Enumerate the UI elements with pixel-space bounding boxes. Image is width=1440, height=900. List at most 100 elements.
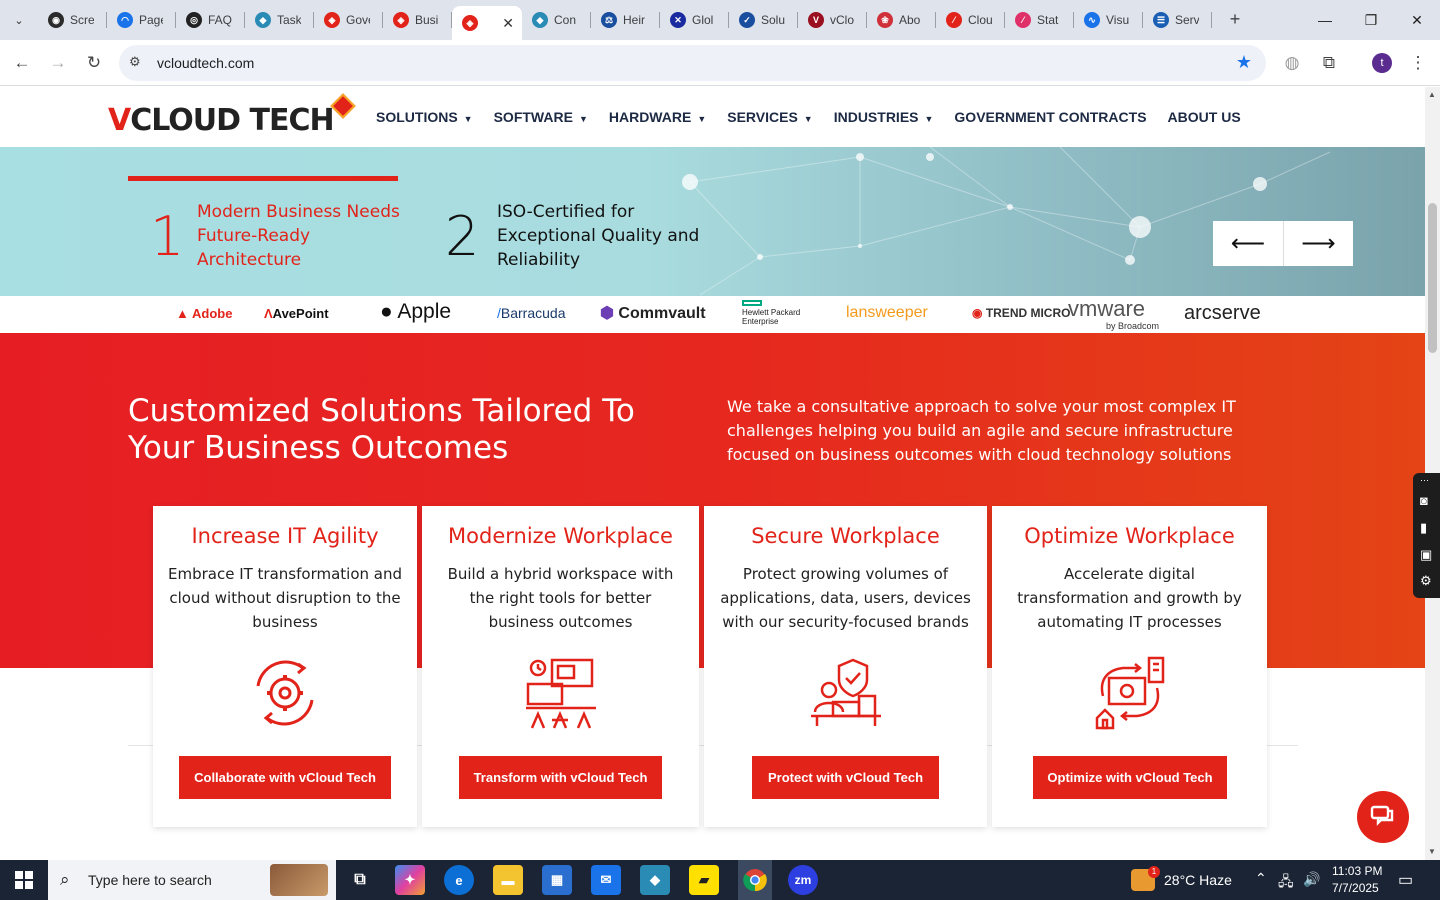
sticky-notes-icon[interactable]: ▰	[689, 865, 719, 895]
card-text: Protect growing volumes of applications,…	[720, 565, 971, 631]
windows-logo-icon	[15, 871, 33, 889]
brand-arcserve[interactable]: arcserve	[1184, 302, 1261, 325]
settings-gear-icon[interactable]: ⚙	[1420, 573, 1432, 589]
volume-icon[interactable]: 🔊	[1303, 871, 1320, 888]
video-icon[interactable]: ▮	[1420, 520, 1427, 536]
browser-tab[interactable]: ⁄ Clou	[936, 0, 1005, 40]
browser-tab[interactable]: ⚖ Heir	[591, 0, 660, 40]
reload-icon[interactable]: ↻	[82, 51, 106, 75]
globe-icon[interactable]: ◍	[1280, 51, 1304, 75]
card-text: Build a hybrid workspace with the right …	[447, 565, 674, 631]
carousel-prev-button[interactable]: ⟵	[1213, 221, 1283, 266]
section-title: Customized Solutions Tailored To Your Bu…	[128, 393, 635, 466]
chrome-icon	[743, 869, 767, 892]
store-icon[interactable]: ▦	[542, 865, 572, 895]
browser-tab[interactable]: ✓ Solu	[729, 0, 798, 40]
browser-tab[interactable]: ∿ Visu	[1074, 0, 1143, 40]
browser-tab[interactable]: ◎ FAQ	[176, 0, 245, 40]
nav-item-about-us[interactable]: ABOUT US	[1168, 109, 1241, 125]
mail-icon[interactable]: ✉	[591, 865, 621, 895]
new-tab-button[interactable]: +	[1225, 9, 1245, 29]
site-info-icon[interactable]: ⚙	[129, 54, 141, 70]
collaborate-button[interactable]: Collaborate with vCloud Tech	[179, 756, 391, 799]
optimize-button[interactable]: Optimize with vCloud Tech	[1033, 756, 1227, 799]
profile-avatar[interactable]: t	[1372, 53, 1392, 73]
tab-favicon-icon: ◆	[255, 12, 271, 28]
window-capture-icon[interactable]: ▣	[1420, 547, 1432, 563]
forward-arrow-icon[interactable]: →	[46, 51, 70, 75]
camera-icon[interactable]: ◙	[1420, 493, 1428, 508]
app-diamond-icon[interactable]: ◆	[640, 865, 670, 895]
nav-item-services[interactable]: SERVICES ▼	[727, 109, 812, 125]
scroll-down-arrow-icon[interactable]: ▼	[1428, 847, 1436, 856]
chrome-taskbar-button[interactable]	[738, 860, 772, 900]
scroll-up-arrow-icon[interactable]: ▲	[1428, 90, 1436, 99]
start-button[interactable]	[0, 860, 48, 900]
browser-tab[interactable]: ◆ Task	[245, 0, 314, 40]
nav-item-solutions[interactable]: SOLUTIONS ▼	[376, 109, 473, 125]
browser-tab[interactable]: ❀ Abo	[867, 0, 936, 40]
extensions-icon[interactable]: ⧉	[1317, 51, 1341, 75]
tab-close-icon[interactable]: ✕	[502, 15, 514, 32]
taskbar-search-box[interactable]: ⌕ Type here to search	[48, 860, 336, 900]
nav-item-software[interactable]: SOFTWARE ▼	[494, 109, 588, 125]
notification-icon[interactable]: ▭	[1398, 870, 1413, 890]
back-arrow-icon[interactable]: ←	[10, 51, 34, 75]
browser-tab[interactable]: VvClo	[798, 0, 867, 40]
browser-tab[interactable]: ◆ Con	[522, 0, 591, 40]
carousel-next-button[interactable]: ⟶	[1283, 221, 1353, 266]
minimize-icon[interactable]: —	[1302, 0, 1348, 40]
browser-tab[interactable]: ⁄ Stat	[1005, 0, 1074, 40]
brand-adobe[interactable]: ▲ Adobe	[176, 306, 232, 321]
brand-barracuda[interactable]: /Barracuda	[497, 305, 565, 321]
task-view-icon[interactable]: ⧉	[345, 865, 375, 895]
address-bar[interactable]: ⚙ vcloudtech.com ★	[119, 45, 1266, 81]
copilot-icon[interactable]: ✦	[395, 865, 425, 895]
restore-icon[interactable]: ❐	[1348, 0, 1394, 40]
url-text[interactable]: vcloudtech.com	[157, 55, 254, 71]
tab-favicon-icon: ☰	[1153, 12, 1169, 28]
brand-avepoint[interactable]: ΛAvePoint	[264, 306, 329, 321]
vcloud-tech-logo[interactable]: VCLOUD TECH	[108, 93, 358, 138]
window-close-icon[interactable]: ✕	[1394, 0, 1440, 40]
logo-diamond-icon	[330, 93, 356, 119]
brand-vmware[interactable]: vmware	[1068, 296, 1145, 322]
bookmark-star-icon[interactable]: ★	[1236, 52, 1252, 73]
weather-text[interactable]: 28°C Haze	[1164, 872, 1232, 888]
browser-tab[interactable]: ☰ Serv	[1143, 0, 1212, 40]
clock-date[interactable]: 7/7/2025	[1332, 881, 1379, 895]
browser-tab[interactable]: ◈ ✕	[452, 6, 522, 40]
edge-icon[interactable]: e	[444, 865, 474, 895]
brand-broadcom[interactable]: by Broadcom	[1106, 321, 1159, 331]
network-icon[interactable]: 🖧	[1278, 871, 1294, 895]
step-2-text[interactable]: ISO-Certified for Exceptional Quality an…	[497, 200, 707, 272]
scrollbar-thumb[interactable]	[1428, 203, 1437, 353]
clock-time[interactable]: 11:03 PM	[1332, 864, 1382, 878]
transform-button[interactable]: Transform with vCloud Tech	[459, 756, 662, 799]
brand-apple[interactable]: ● Apple	[380, 300, 451, 324]
brand-hpe[interactable]: Hewlett Packard Enterprise	[742, 300, 802, 326]
nav-item-label: SERVICES	[727, 109, 798, 125]
protect-button[interactable]: Protect with vCloud Tech	[752, 756, 939, 799]
browser-tab[interactable]: ◠ Page	[107, 0, 176, 40]
browser-tab[interactable]: ◈ Gove	[314, 0, 383, 40]
browser-tab[interactable]: ◉ Scre	[38, 0, 107, 40]
zoom-icon[interactable]: zm	[788, 865, 818, 895]
nav-item-government-contracts[interactable]: GOVERNMENT CONTRACTS	[954, 109, 1146, 125]
brand-trend-micro[interactable]: ◉ TREND MICRO	[972, 306, 1070, 320]
tool-more-icon[interactable]: ⋯	[1420, 475, 1429, 486]
caret-down-icon: ▼	[803, 114, 813, 124]
gear-cycle-icon	[256, 660, 314, 726]
browser-tab[interactable]: ✕ Glol	[660, 0, 729, 40]
brand-commvault[interactable]: ⬢ Commvault	[600, 303, 706, 323]
file-explorer-icon[interactable]: ▬	[493, 865, 523, 895]
tab-search-chevron-icon[interactable]: ⌄	[6, 7, 32, 33]
browser-tab[interactable]: ◈ Busi	[383, 0, 452, 40]
menu-kebab-icon[interactable]: ⋮	[1406, 51, 1430, 75]
live-chat-button[interactable]	[1357, 791, 1409, 843]
brand-lansweeper[interactable]: lansweeper	[846, 304, 928, 322]
nav-item-hardware[interactable]: HARDWARE ▼	[609, 109, 706, 125]
step-1-text[interactable]: Modern Business Needs Future-Ready Archi…	[197, 200, 402, 272]
tray-chevron-icon[interactable]: ⌃	[1255, 870, 1267, 887]
nav-item-industries[interactable]: INDUSTRIES ▼	[834, 109, 934, 125]
